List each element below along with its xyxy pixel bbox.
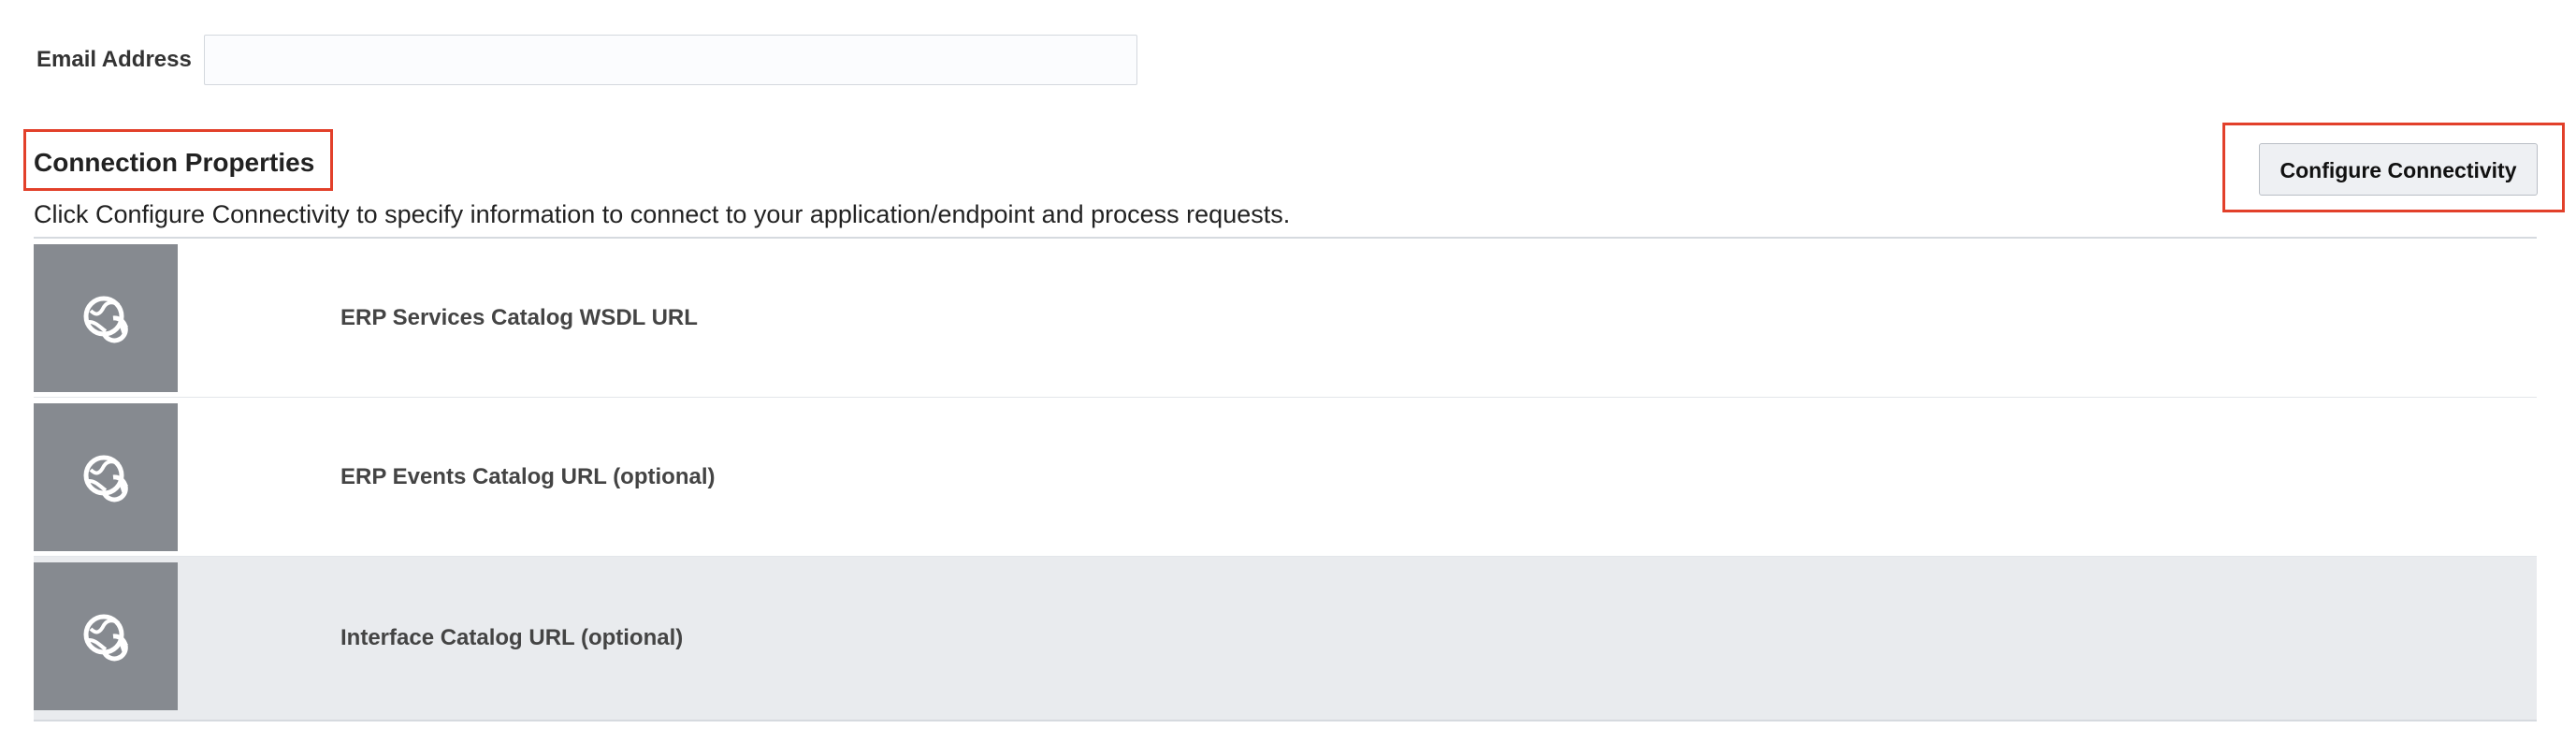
property-row-erp-events[interactable]: ERP Events Catalog URL (optional) — [34, 398, 2537, 557]
property-label: ERP Services Catalog WSDL URL — [340, 304, 698, 330]
connection-settings-page: Email Address Connection Properties Clic… — [0, 0, 2576, 743]
property-row-erp-services[interactable]: ERP Services Catalog WSDL URL — [34, 239, 2537, 398]
section-description: Click Configure Connectivity to specify … — [34, 200, 1291, 228]
globe-refresh-icon — [34, 403, 178, 551]
section-title: Connection Properties — [34, 148, 315, 177]
email-address-label: Email Address — [36, 47, 192, 72]
property-label: Interface Catalog URL (optional) — [340, 625, 684, 650]
property-row-interface-catalog[interactable]: Interface Catalog URL (optional) — [34, 557, 2537, 721]
connection-property-list: ERP Services Catalog WSDL URL ERP Events… — [34, 237, 2537, 721]
email-address-field[interactable] — [204, 35, 1137, 85]
globe-refresh-icon — [34, 244, 178, 392]
globe-refresh-icon — [34, 562, 178, 710]
property-label: ERP Events Catalog URL (optional) — [340, 463, 716, 489]
configure-connectivity-button[interactable]: Configure Connectivity — [2259, 143, 2538, 196]
